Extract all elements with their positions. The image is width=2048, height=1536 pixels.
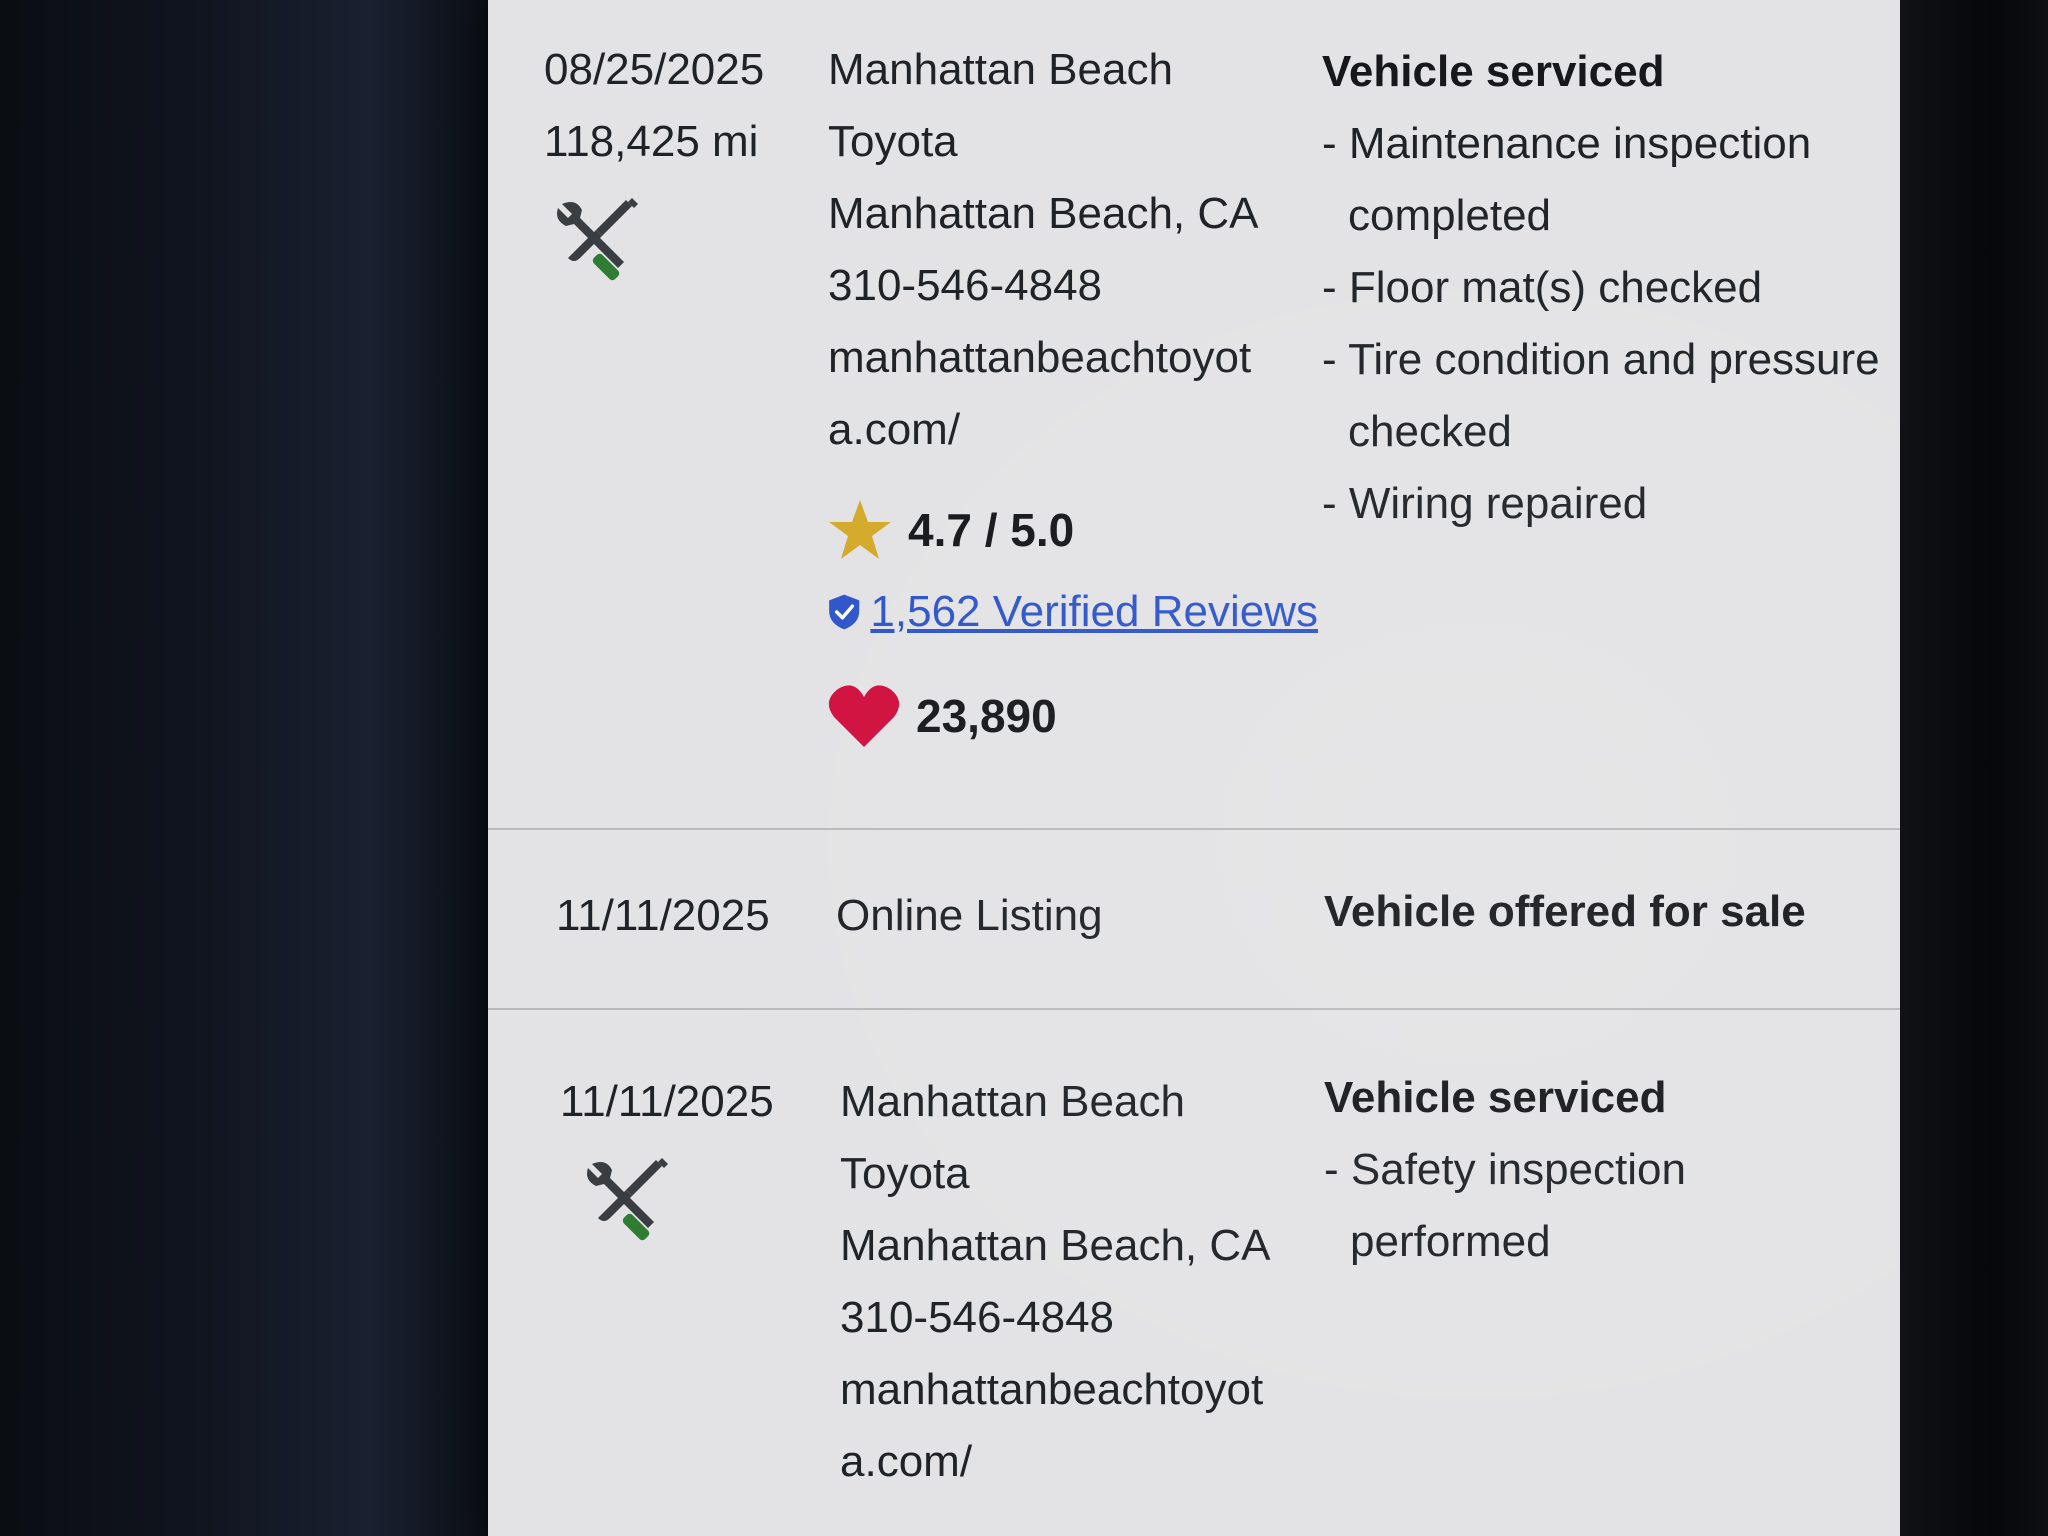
record-detail-column: Vehicle offered for sale <box>1324 876 1884 948</box>
source-line: Toyota <box>828 117 958 166</box>
record-date-column: 11/11/2025 <box>560 1066 830 1250</box>
source-website[interactable]: manhattanbeachtoyot <box>840 1354 1330 1426</box>
star-icon <box>829 500 891 559</box>
service-tools-icon <box>587 1158 668 1241</box>
record-heading: Vehicle serviced <box>1322 47 1665 96</box>
phone-bezel-right <box>1900 0 2048 1536</box>
vehicle-history-screen: 08/25/2025 118,425 mi Manhattan Beach To… <box>488 0 1900 1536</box>
service-tools-icon <box>557 198 638 281</box>
record-source-column: Online Listing <box>836 880 1326 952</box>
record-heading: Vehicle serviced <box>1324 1073 1667 1122</box>
source-line: Online Listing <box>836 891 1103 940</box>
source-line: Manhattan Beach <box>840 1077 1185 1126</box>
likes-count: 23,890 <box>916 690 1057 742</box>
source-address: Manhattan Beach, CA <box>828 189 1259 238</box>
record-date: 08/25/2025 <box>544 45 765 94</box>
source-line: Manhattan Beach <box>828 45 1173 94</box>
detail-item: - Maintenance inspection completed <box>1322 119 1812 240</box>
record-date: 11/11/2025 <box>556 891 770 940</box>
record-source-column: Manhattan Beach Toyota Manhattan Beach, … <box>828 34 1318 758</box>
record-date-column: 08/25/2025 118,425 mi <box>544 34 814 290</box>
record-mileage: 118,425 mi <box>544 117 759 166</box>
source-website-cont[interactable]: a.com/ <box>840 1426 1330 1498</box>
likes-row: 23,890 <box>828 674 1318 758</box>
record-detail-column: Vehicle serviced - Safety inspection per… <box>1324 1062 1884 1278</box>
detail-item: - Floor mat(s) checked <box>1322 263 1763 312</box>
heart-icon[interactable] <box>828 683 900 749</box>
record-date: 11/11/2025 <box>560 1077 774 1126</box>
record-heading: Vehicle offered for sale <box>1324 887 1806 936</box>
source-website[interactable]: manhattanbeachtoyot <box>828 322 1318 394</box>
verified-shield-icon <box>829 594 860 630</box>
reviews-row[interactable]: 1,562 Verified Reviews <box>828 574 1318 650</box>
detail-item: - Safety inspection performed <box>1324 1145 1686 1266</box>
source-website-cont[interactable]: a.com/ <box>828 394 1318 466</box>
source-line: Toyota <box>840 1149 970 1198</box>
source-address: Manhattan Beach, CA <box>840 1221 1271 1270</box>
source-phone[interactable]: 310-546-4848 <box>828 250 1318 322</box>
detail-item: - Tire condition and pressure checked <box>1322 335 1880 456</box>
history-record: 11/11/2025 Manhattan Beach Toyota Manhat… <box>488 1010 1900 1536</box>
verified-reviews-link[interactable]: 1,562 Verified Reviews <box>870 587 1318 637</box>
history-record: 11/11/2025 Online Listing Vehicle offere… <box>488 830 1900 1010</box>
record-detail-column: Vehicle serviced - Maintenance inspectio… <box>1322 36 1882 540</box>
source-phone[interactable]: 310-546-4848 <box>840 1282 1330 1354</box>
detail-item: - Wiring repaired <box>1322 479 1648 528</box>
record-date-column: 11/11/2025 <box>556 880 826 952</box>
rating-value: 4.7 / 5.0 <box>908 504 1075 556</box>
history-record: 08/25/2025 118,425 mi Manhattan Beach To… <box>488 0 1900 830</box>
rating-row: 4.7 / 5.0 <box>828 490 1318 570</box>
record-source-column: Manhattan Beach Toyota Manhattan Beach, … <box>840 1066 1330 1498</box>
